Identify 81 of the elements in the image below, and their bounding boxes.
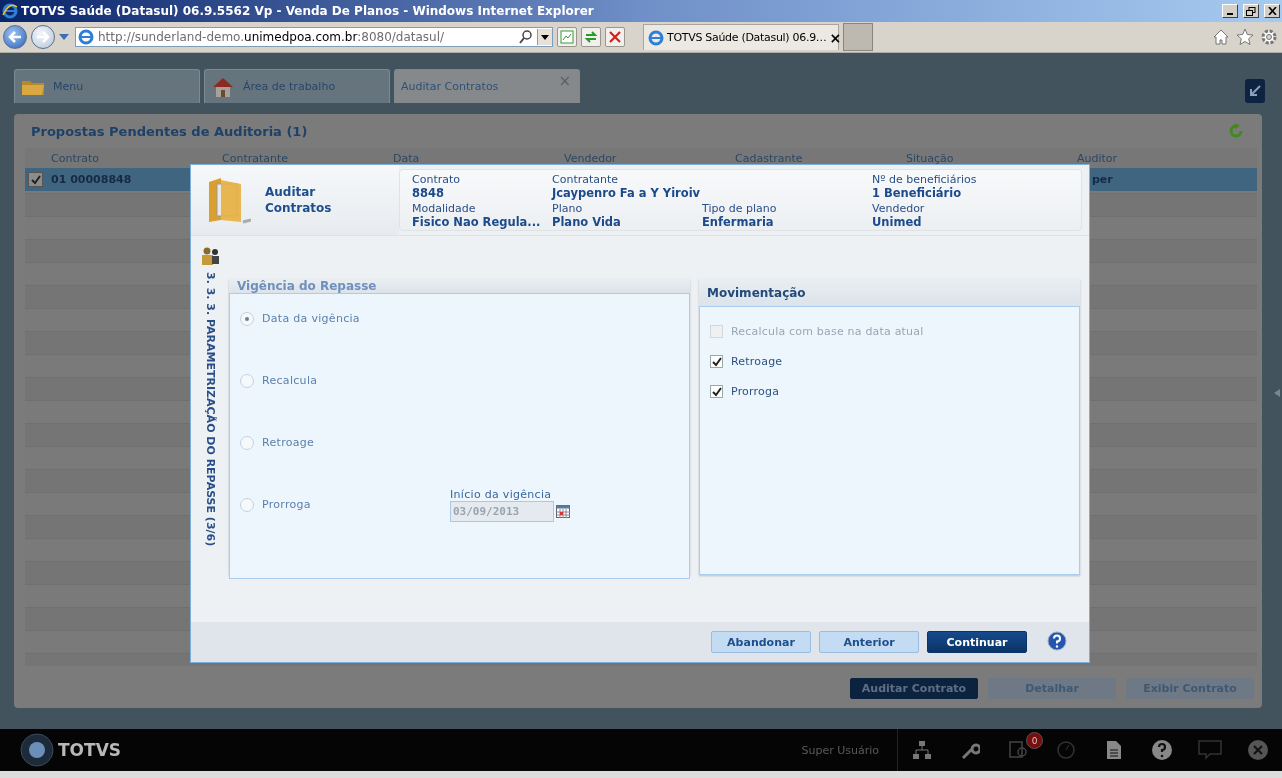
help-icon [1047,630,1067,651]
logo-text: TOTVS [58,740,122,760]
step-label: 3. 3. 3. PARAMETRIZAÇÃO DO REPASSE (3/6) [203,272,217,547]
logo-icon [20,733,54,767]
folder-icon [207,176,251,224]
forward-button[interactable] [31,25,55,49]
dialog-button[interactable]: Continuar [927,631,1027,653]
app-tab[interactable]: Auditar Contratos × [394,69,580,103]
page-icon [560,30,574,44]
checkmark-icon [711,385,722,397]
minimize-button[interactable] [1222,4,1238,18]
column-header[interactable]: Contratante [222,151,393,165]
help-button[interactable] [1047,630,1067,654]
field-label: Tipo de plano [702,203,778,215]
column-header[interactable]: Situação [906,151,1077,165]
column-header[interactable]: Auditor [1077,151,1248,165]
field-value: 1 Beneficiário [872,186,963,200]
checkbox-option[interactable]: Retroage [710,346,1069,376]
search-icon[interactable] [519,30,533,44]
restore-icon [1246,6,1256,16]
field-value: Jcaypenro Fa a Y Yiroiv [552,186,702,200]
settings-icon[interactable] [1260,28,1278,46]
row-checkbox[interactable] [28,172,43,187]
table-cell-text: 01 00008848 [51,173,133,186]
field-value: Enfermaria [702,215,775,229]
arrow-icon [1249,85,1261,97]
browser-logo-icon [2,3,18,19]
section-title: Vigência do Repasse [229,279,690,293]
app-tab[interactable]: Área de trabalho [204,69,390,103]
column-header[interactable]: Contrato [51,151,222,165]
field-label: Contrato [412,174,461,186]
browser-logo-icon [78,29,94,45]
dialog-title: Auditar Contratos [265,184,332,216]
panel-title: Propostas Pendentes de Auditoria (1) [31,123,309,139]
field-value: Plano Vida [552,215,622,229]
field-label: Início da vigência [450,488,553,501]
dropdown-button[interactable] [537,29,552,45]
home-icon[interactable] [1212,28,1230,46]
field-value: Unimed [872,215,923,229]
browser-logo-icon [648,29,664,46]
caret-icon [541,34,549,40]
close-icon [1267,7,1277,15]
checkmark-icon [711,355,722,367]
column-header[interactable]: Cadastrante [735,151,906,165]
field-value: Fisico Nao Regula... [412,215,542,229]
field-value: 8848 [412,186,445,200]
arrow-right-icon [36,31,50,43]
house-icon [211,75,235,98]
checkbox-option[interactable]: Prorroga [710,376,1069,406]
refresh-icon [584,30,598,44]
people-icon [200,246,220,266]
column-header[interactable]: Data [393,151,564,165]
arrow-left-icon [8,31,22,43]
stop-button[interactable] [605,27,625,47]
browser-tab[interactable]: TOTVS Saúde (Datasul) 06.9… × [643,24,839,50]
search-icon [1008,740,1028,760]
field-label: Plano [552,203,584,215]
refresh-button[interactable] [581,27,601,47]
field-label: Contratante [552,174,620,186]
restore-button[interactable] [1243,4,1259,18]
field-label: Modalidade [412,203,477,215]
checkmark-icon [29,174,42,185]
close-button[interactable] [1264,4,1280,18]
compatibility-button[interactable] [557,27,577,47]
field-label: Nº de beneficiários [872,174,978,186]
app-tab[interactable]: Menu [14,69,200,103]
collapse-button[interactable] [1245,79,1265,103]
notification-badge: 0 [1026,732,1043,749]
section-title: Movimentação [699,279,1080,306]
address-field[interactable]: http://sunderland-demo.unimedpoa.com.br:8080/datasul/ [75,27,553,47]
dialog-button[interactable]: Anterior [819,631,919,653]
column-header[interactable]: Vendedor [564,151,735,165]
dialog-button[interactable]: Abandonar [711,631,811,653]
back-button[interactable] [3,25,27,49]
action-button[interactable]: Auditar Contrato [850,678,978,699]
star-icon[interactable] [1236,28,1254,46]
field-label: Vendedor [872,203,926,215]
stop-icon [609,31,621,43]
table-cell-text: per [1091,173,1114,186]
caret-icon[interactable] [59,34,69,40]
window-title: TOTVS Saúde (Datasul) 06.9.5562 Vp - Venda De Planos - Windows Internet Explorer [21,4,595,18]
